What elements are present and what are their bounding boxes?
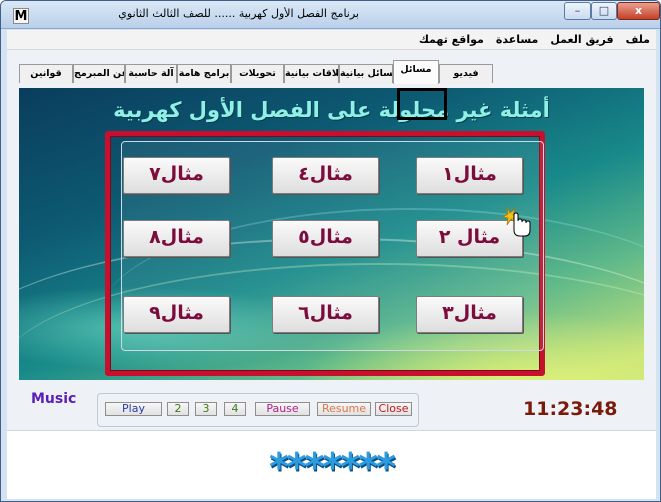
menu-bar: ملف فريق العمل مساعدة مواقع تهمك — [7, 30, 656, 50]
music-label: Music — [31, 391, 77, 407]
example-3-button[interactable]: مثال٣ — [416, 296, 523, 333]
resume-button[interactable]: Resume — [317, 402, 371, 416]
menu-team[interactable]: فريق العمل — [544, 30, 619, 49]
maximize-button[interactable]: □ — [591, 2, 617, 20]
example-6-button[interactable]: مثال٦ — [272, 296, 379, 333]
tab-conversions[interactable]: تحويلات — [231, 64, 284, 83]
play-button[interactable]: Play — [105, 402, 162, 416]
tab-calculator[interactable]: آلة حاسبة — [125, 64, 177, 83]
clock-display: 11:23:48 — [523, 398, 618, 420]
track-3-button[interactable]: 3 — [195, 402, 217, 416]
client-area: ملف فريق العمل مساعدة مواقع تهمك فيديو م… — [7, 30, 656, 499]
menu-file[interactable]: ملف — [620, 30, 656, 49]
panel-heading: أمثلة غير محلولة على الفصل الأول كهربية — [113, 98, 550, 122]
problems-panel: أمثلة غير محلولة على الفصل الأول كهربية … — [19, 88, 644, 380]
example-1-button[interactable]: مثال١ — [416, 157, 523, 194]
stars-banner: ******* — [268, 445, 396, 489]
music-controls-area: Music Play 2 3 4 Pause Resume Close 11:2… — [7, 385, 656, 430]
tab-graph-problems[interactable]: مسائل بيانية — [339, 64, 393, 83]
example-8-button[interactable]: مثال٨ — [123, 220, 230, 257]
tab-graph-relations[interactable]: علاقات بيانية — [284, 64, 339, 83]
track-4-button[interactable]: 4 — [224, 402, 246, 416]
example-5-button[interactable]: مثال٥ — [272, 220, 379, 257]
tab-laws[interactable]: قوانين — [19, 64, 73, 83]
menu-help[interactable]: مساعدة — [490, 30, 545, 49]
minimize-button[interactable]: – — [564, 2, 591, 20]
footer-panel: ******* — [7, 430, 656, 499]
hand-pointer-icon — [503, 206, 531, 237]
track-2-button[interactable]: 2 — [167, 402, 189, 416]
app-window: M برنامج الفصل الأول كهربية ...... للصف … — [0, 0, 661, 502]
title-bar: M برنامج الفصل الأول كهربية ...... للصف … — [1, 1, 660, 29]
tab-strip: فيديو مسائل مسائل بيانية علاقات بيانية ت… — [15, 60, 648, 120]
tab-problems[interactable]: مسائل — [393, 60, 439, 84]
close-window-button[interactable]: x — [617, 2, 660, 20]
window-title: برنامج الفصل الأول كهربية ...... للصف ال… — [118, 7, 359, 20]
tab-important-programs[interactable]: برامج هامة — [177, 64, 231, 83]
pause-button[interactable]: Pause — [255, 402, 310, 416]
tab-about-programmer[interactable]: عن المبرمج — [73, 64, 125, 83]
close-music-button[interactable]: Close — [375, 402, 412, 416]
tab-video[interactable]: فيديو — [439, 64, 493, 83]
example-4-button[interactable]: مثال٤ — [272, 157, 379, 194]
app-icon: M — [13, 8, 29, 24]
menu-sites[interactable]: مواقع تهمك — [413, 30, 490, 49]
example-7-button[interactable]: مثال٧ — [123, 157, 230, 194]
example-9-button[interactable]: مثال٩ — [123, 296, 230, 333]
